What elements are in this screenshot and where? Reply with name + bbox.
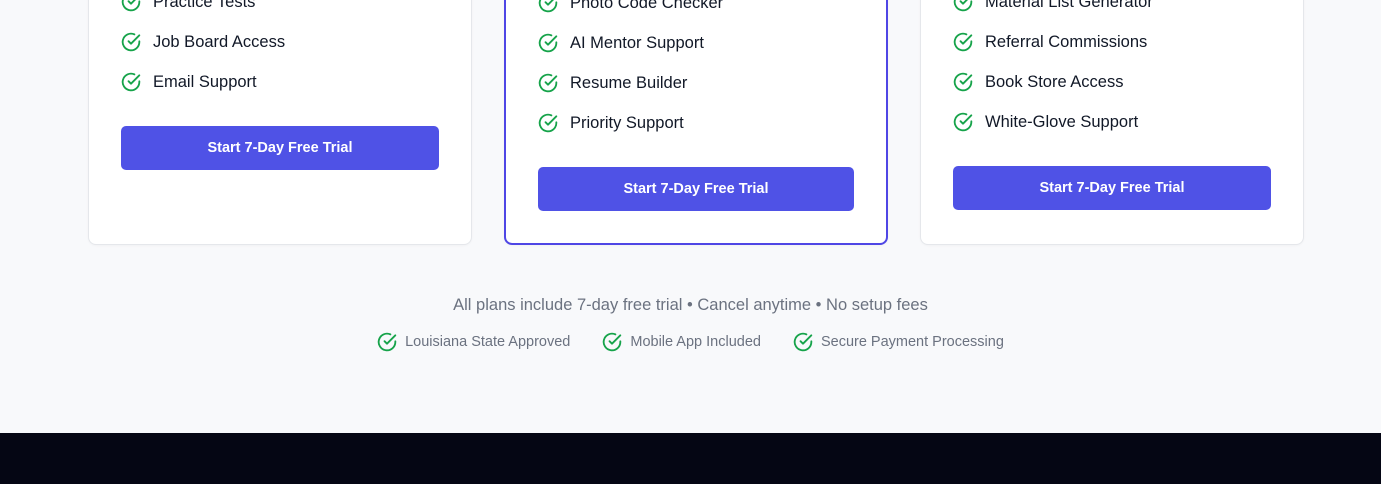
badge-mobile-app: Mobile App Included bbox=[602, 332, 761, 352]
check-circle-icon bbox=[538, 113, 558, 133]
feature-label: Email Support bbox=[153, 72, 257, 91]
check-circle-icon bbox=[121, 72, 141, 92]
feature-item: AI Mentor Support bbox=[538, 33, 704, 53]
check-circle-icon bbox=[377, 332, 397, 352]
trust-badges: Louisiana State Approved Mobile App Incl… bbox=[0, 332, 1381, 352]
check-circle-icon bbox=[121, 0, 141, 12]
feature-item: Photo Code Checker bbox=[538, 0, 723, 13]
check-circle-icon bbox=[602, 332, 622, 352]
feature-item: Priority Support bbox=[538, 113, 684, 133]
check-circle-icon bbox=[538, 73, 558, 93]
feature-item: Resume Builder bbox=[538, 73, 687, 93]
check-circle-icon bbox=[121, 32, 141, 52]
feature-label: Resume Builder bbox=[570, 73, 688, 92]
check-circle-icon bbox=[953, 72, 973, 92]
check-circle-icon bbox=[538, 33, 558, 53]
feature-label: Book Store Access bbox=[985, 72, 1124, 91]
feature-item: White-Glove Support bbox=[953, 112, 1138, 132]
badge-label: Louisiana State Approved bbox=[405, 334, 571, 350]
feature-item: Job Board Access bbox=[121, 32, 285, 52]
feature-label: Referral Commissions bbox=[985, 32, 1148, 51]
feature-item: Book Store Access bbox=[953, 72, 1124, 92]
feature-item: Email Support bbox=[121, 72, 257, 92]
plans-footnote: All plans include 7-day free trial • Can… bbox=[453, 296, 928, 314]
feature-item: Material List Generator bbox=[953, 0, 1153, 12]
start-trial-button-featured[interactable]: Start 7-Day Free Trial bbox=[538, 167, 854, 211]
pricing-section: Practice Tests Job Board Access Email Su… bbox=[0, 0, 1381, 484]
badge-secure-payment: Secure Payment Processing bbox=[793, 332, 1004, 352]
check-circle-icon bbox=[538, 0, 558, 13]
feature-item: Referral Commissions bbox=[953, 32, 1147, 52]
site-footer bbox=[0, 433, 1381, 484]
badge-label: Secure Payment Processing bbox=[820, 334, 1004, 350]
feature-label: Job Board Access bbox=[153, 32, 286, 51]
feature-label: Priority Support bbox=[570, 113, 684, 132]
feature-item: Practice Tests bbox=[121, 0, 255, 12]
feature-label: White-Glove Support bbox=[985, 112, 1139, 131]
check-circle-icon bbox=[953, 32, 973, 52]
badge-label: Mobile App Included bbox=[630, 334, 761, 350]
check-circle-icon bbox=[953, 112, 973, 132]
start-trial-button-premium[interactable]: Start 7-Day Free Trial bbox=[953, 166, 1271, 210]
feature-label: AI Mentor Support bbox=[570, 33, 704, 52]
feature-label: Material List Generator bbox=[985, 0, 1153, 11]
feature-label: Practice Tests bbox=[153, 0, 256, 11]
badge-state-approved: Louisiana State Approved bbox=[377, 332, 570, 352]
feature-label: Photo Code Checker bbox=[570, 0, 724, 12]
check-circle-icon bbox=[793, 332, 813, 352]
start-trial-button-basic[interactable]: Start 7-Day Free Trial bbox=[121, 126, 439, 170]
check-circle-icon bbox=[953, 0, 973, 12]
